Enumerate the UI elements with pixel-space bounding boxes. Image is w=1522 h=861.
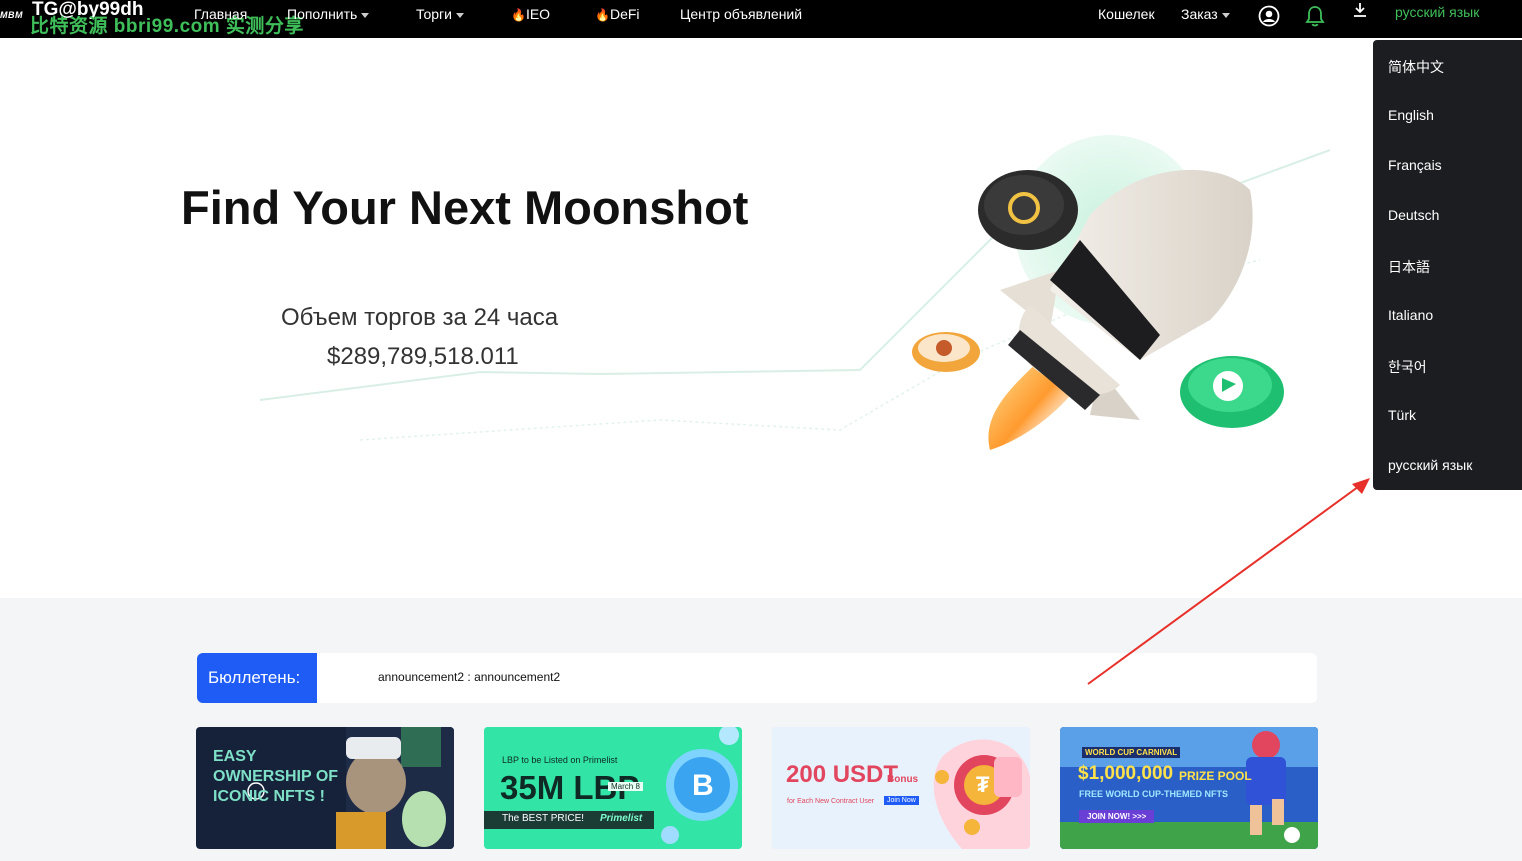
b-logo-icon: B (692, 769, 714, 802)
banner-lbp-brand: Primelist (600, 813, 643, 824)
language-option-zh[interactable]: 简体中文 (1388, 57, 1444, 77)
banner-usdt-sub: for Each New Contract User (787, 798, 875, 805)
banner-world-cup[interactable]: WORLD CUP CARNIVAL $1,000,000 PRIZE POOL… (1060, 727, 1318, 849)
watermark-site: 比特资源 bbri99.com 实测分享 (30, 16, 304, 37)
nav-deposit-label: Пополнить (287, 6, 358, 22)
banner-usdt-bonus[interactable]: 200 USDT Bonus for Each New Contract Use… (772, 727, 1030, 849)
trading-volume-value: $289,789,518.011 (327, 343, 519, 370)
trading-volume-label: Объем торгов за 24 часа (281, 304, 559, 331)
banner-nft-line1: EASY (213, 748, 257, 765)
banner-nft-ownership[interactable]: EASY OWNERSHIP OF ICONIC NFTS ! (196, 727, 454, 849)
nav-deposit[interactable]: Пополнить (287, 6, 370, 22)
banner-lbp-listing[interactable]: LBP to be Listed on Primelist 35M LBP Ma… (484, 727, 742, 849)
language-option-ru[interactable]: русский язык (1388, 457, 1472, 473)
nav-defi-label: DeFi (609, 6, 640, 22)
language-option-ja[interactable]: 日本語 (1388, 257, 1430, 277)
bulletin-announcement[interactable]: announcement2 : announcement2 (378, 670, 560, 684)
hero-title: Find Your Next Moonshot (181, 181, 749, 234)
nav-trade-label: Торги (416, 6, 452, 22)
language-option-en[interactable]: English (1388, 107, 1434, 123)
chevron-down-icon (361, 12, 370, 18)
bell-icon[interactable] (1305, 5, 1325, 32)
banner-lbp-date: March 8 (608, 782, 643, 791)
banner-worldcup-big: $1,000,000 (1078, 763, 1174, 784)
language-option-fr[interactable]: Français (1388, 157, 1442, 173)
banner-usdt-cta[interactable]: Join Now (884, 796, 919, 805)
nav-wallet[interactable]: Кошелек (1098, 6, 1155, 22)
nav-orders[interactable]: Заказ (1181, 6, 1230, 22)
banner-usdt-big: 200 USDT (786, 761, 899, 788)
site-logo[interactable]: MBM (0, 10, 23, 20)
chevron-down-icon (1221, 12, 1230, 18)
language-option-ko[interactable]: 한국어 (1388, 357, 1427, 377)
banner-worldcup-cta[interactable]: JOIN NOW! >>> (1079, 810, 1155, 823)
nav-defi[interactable]: 🔥DeFi (595, 6, 640, 22)
nav-announcements[interactable]: Центр объявлений (680, 6, 802, 22)
fire-icon: 🔥 (595, 8, 610, 22)
banner-nft-line2: OWNERSHIP OF (213, 768, 339, 785)
language-option-de[interactable]: Deutsch (1388, 207, 1439, 223)
language-selector[interactable]: русский язык (1395, 4, 1479, 20)
language-dropdown: 简体中文 English Français Deutsch 日本語 Italia… (1373, 40, 1522, 490)
user-icon[interactable] (1258, 5, 1280, 32)
bulletin-label: Бюллетень: (197, 653, 317, 703)
banner-nft-line3: ICONIC NFTS ! (213, 788, 325, 805)
banner-lbp-bottom: The BEST PRICE! (502, 813, 585, 824)
nav-ieo-label: IEO (525, 6, 551, 22)
download-icon[interactable] (1352, 2, 1368, 23)
banner-lbp-top: LBP to be Listed on Primelist (502, 755, 618, 765)
nav-home[interactable]: Главная (194, 6, 247, 22)
nav-orders-label: Заказ (1181, 6, 1218, 22)
language-option-tr[interactable]: Türk (1388, 407, 1416, 423)
nav-trade[interactable]: Торги (416, 6, 464, 22)
fire-icon: 🔥 (511, 8, 526, 22)
nav-ieo[interactable]: 🔥IEO (511, 6, 550, 22)
bulletin-bar: Бюллетень: announcement2 : announcement2 (197, 653, 1317, 703)
tether-icon: ₮ (976, 772, 990, 797)
language-option-it[interactable]: Italiano (1388, 307, 1433, 323)
banner-worldcup-sub: FREE WORLD CUP-THEMED NFTS (1079, 789, 1228, 799)
banner-worldcup-prize: PRIZE POOL (1179, 769, 1252, 783)
banner-usdt-bonus-label: Bonus (887, 774, 919, 785)
banner-worldcup-top: WORLD CUP CARNIVAL (1082, 747, 1181, 758)
top-navigation-bar: MBM TG@by99dh 比特资源 bbri99.com 实测分享 Главн… (0, 0, 1522, 38)
chevron-down-icon (455, 12, 464, 18)
rocket-illustration (260, 135, 1331, 450)
